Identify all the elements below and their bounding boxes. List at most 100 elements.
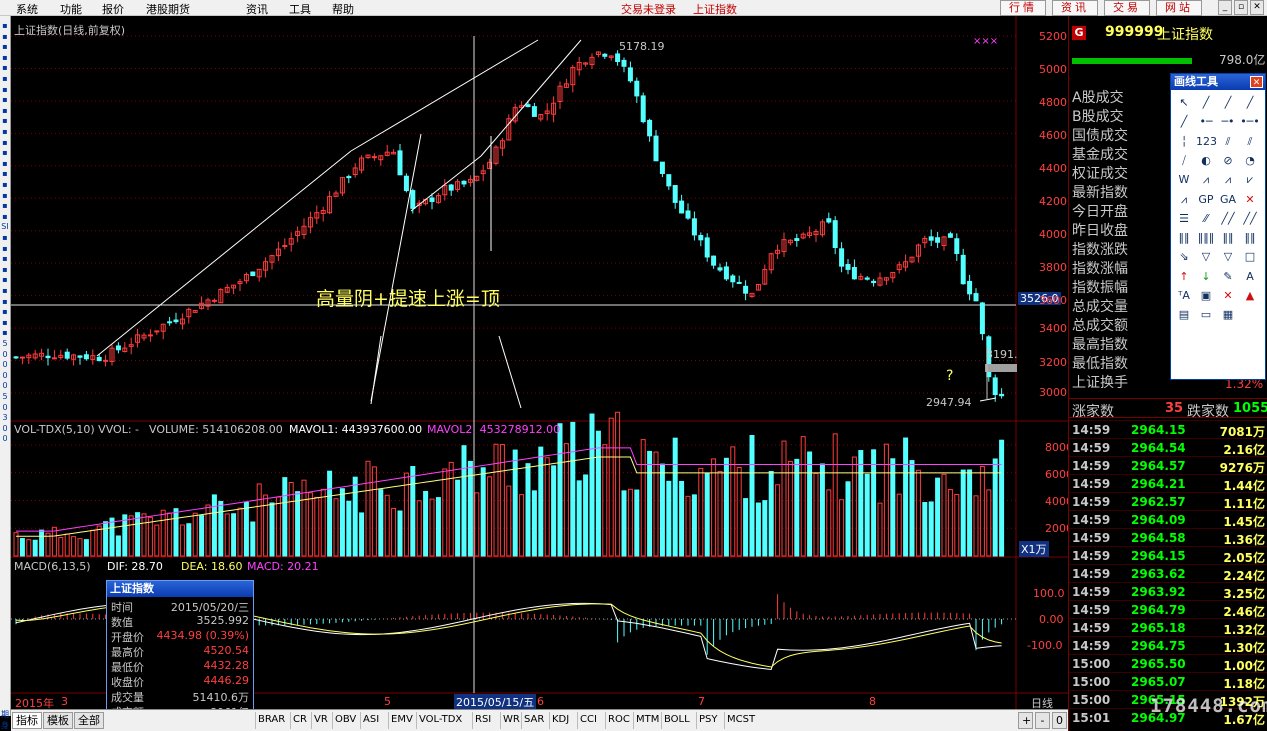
indicator-tab[interactable]: SAR [521, 712, 546, 729]
indicator-tab[interactable]: WR [500, 712, 522, 729]
drawing-tool-button[interactable]: ▽ [1196, 248, 1216, 265]
zoom-in-button[interactable]: + [1018, 712, 1033, 729]
drawing-tool-button[interactable]: □ [1240, 248, 1260, 265]
drawing-tool-button[interactable]: ⩘ [1174, 191, 1194, 208]
close-icon[interactable]: ✕ [1250, 76, 1263, 88]
drawing-tool-button[interactable]: W [1174, 171, 1194, 188]
left-tool-icon[interactable]: ▪ [0, 126, 10, 137]
indicator-tab[interactable]: KDJ [549, 712, 571, 729]
left-tool-icon[interactable]: ▪ [0, 62, 10, 73]
reset-button[interactable]: 0 [1052, 712, 1067, 729]
drawing-tool-button[interactable]: ⇘ [1174, 248, 1194, 265]
drawing-tool-button[interactable]: ╱ [1218, 94, 1238, 111]
drawing-tool-button[interactable]: GP [1196, 191, 1216, 208]
indicator-tab[interactable]: VR [311, 712, 330, 729]
website-button[interactable]: 网站 [1156, 0, 1202, 16]
drawing-tool-button[interactable]: ◔ [1240, 152, 1260, 169]
left-tool-icon[interactable]: ▪ [0, 20, 10, 31]
drawing-tool-button[interactable]: ╎ [1174, 133, 1194, 150]
drawing-tool-button[interactable]: ‖‖ [1240, 229, 1260, 246]
drawing-tool-button[interactable]: ✕ [1218, 287, 1238, 304]
menu-tools[interactable]: 工具 [289, 1, 311, 17]
left-tool-icon[interactable]: ▪ [0, 31, 10, 42]
restore-icon[interactable]: ▫ [1234, 0, 1248, 15]
drawing-tool-button[interactable]: 123 [1196, 133, 1217, 150]
drawing-tool-button[interactable]: ◐ [1196, 152, 1216, 169]
left-tool-icon[interactable]: 0 [0, 433, 10, 444]
left-tool-icon[interactable]: ▪ [0, 296, 10, 307]
indicator-tab[interactable]: EMV [388, 712, 415, 729]
drawing-tool-button[interactable]: ▭ [1196, 306, 1216, 323]
quote-button[interactable]: 行情 [1000, 0, 1046, 16]
left-tool-icon[interactable]: ▪ [0, 211, 10, 222]
left-tool-icon[interactable]: 5 [0, 338, 10, 349]
left-tool-icon[interactable]: ▪ [0, 158, 10, 169]
drawing-tool-button[interactable]: ‖‖‖ [1196, 229, 1216, 246]
left-tool-icon[interactable]: ▪ [0, 306, 10, 317]
left-tool-icon[interactable]: ▪ [0, 285, 10, 296]
drawing-tool-button[interactable]: A [1240, 268, 1260, 285]
indicator-tab[interactable]: ASI [360, 712, 381, 729]
indicator-tab[interactable]: RSI [472, 712, 493, 729]
indicator-tab[interactable]: BOLL [661, 712, 692, 729]
left-tool-icon[interactable]: 0 [0, 380, 10, 391]
menu-news[interactable]: 资讯 [246, 1, 268, 17]
left-tool-icon[interactable]: 身 [0, 720, 10, 731]
left-tool-icon[interactable]: ▪ [0, 179, 10, 190]
trade-button[interactable]: 交易 [1104, 0, 1150, 16]
left-tool-icon[interactable]: ▪ [0, 94, 10, 105]
drawing-tool-button[interactable]: ✕ [1240, 191, 1260, 208]
drawing-tool-button[interactable]: ╱ [1174, 113, 1194, 130]
drawing-tool-button[interactable]: ▲ [1240, 287, 1260, 304]
drawing-tool-button[interactable]: ↓ [1196, 268, 1216, 285]
news-button[interactable]: 资讯 [1052, 0, 1098, 16]
left-tool-icon[interactable]: ▪ [0, 317, 10, 328]
drawing-tool-button[interactable]: GA [1218, 191, 1238, 208]
drawing-tool-button[interactable]: ╱╱ [1240, 210, 1260, 227]
left-tool-icon[interactable]: ▪ [0, 168, 10, 179]
menu-hk-futures[interactable]: 港股期货 [146, 1, 190, 17]
drawing-tool-button[interactable]: ▦ [1218, 306, 1238, 323]
left-tool-icon[interactable]: ▪ [0, 327, 10, 338]
left-tool-icon[interactable]: ▪ [0, 41, 10, 52]
left-tool-icon[interactable]: 3 [0, 412, 10, 423]
indicator-tab[interactable]: CCI [577, 712, 599, 729]
drawing-tool-button[interactable]: ╱ [1240, 94, 1260, 111]
indicator-tab[interactable]: CR [290, 712, 309, 729]
tab-all[interactable]: 全部 [74, 712, 104, 729]
left-tool-icon[interactable]: ▪ [0, 253, 10, 264]
left-tool-icon[interactable]: ▪ [0, 264, 10, 275]
window-close-icon[interactable]: ✕ [1250, 0, 1264, 15]
drawing-tool-button[interactable]: ⧸ [1174, 152, 1194, 169]
left-tool-icon[interactable]: ▪ [0, 137, 10, 148]
tab-indicator[interactable]: 指标 [12, 712, 42, 729]
menu-function[interactable]: 功能 [60, 1, 82, 17]
drawing-tool-button[interactable]: ‖‖ [1174, 229, 1194, 246]
left-tool-icon[interactable]: 0 [0, 349, 10, 360]
menu-help[interactable]: 帮助 [332, 1, 354, 17]
menu-system[interactable]: 系统 [16, 1, 38, 17]
left-tool-icon[interactable]: ▪ [0, 84, 10, 95]
minimize-icon[interactable]: _ [1218, 0, 1232, 15]
menu-quote[interactable]: 报价 [102, 1, 124, 17]
left-tool-icon[interactable]: ▪ [0, 274, 10, 285]
left-tool-icon[interactable]: ▪ [0, 105, 10, 116]
drawing-tool-button[interactable]: ⫽ [1240, 133, 1260, 150]
left-tool-icon[interactable]: 0 [0, 359, 10, 370]
drawing-tool-button[interactable]: ╱╱ [1218, 210, 1238, 227]
zoom-out-button[interactable]: - [1035, 712, 1050, 729]
left-tool-icon[interactable]: 期 [0, 709, 10, 720]
drawing-tool-button[interactable]: ▤ [1174, 306, 1194, 323]
drawing-tool-button[interactable]: ─• [1218, 113, 1238, 130]
drawing-tool-button[interactable]: •─• [1240, 113, 1260, 130]
drawing-tool-button[interactable] [1240, 306, 1260, 323]
left-tool-icon[interactable]: 0 [0, 370, 10, 381]
left-tool-icon[interactable]: ▪ [0, 73, 10, 84]
left-tool-icon[interactable]: ▪ [0, 232, 10, 243]
left-tool-icon[interactable]: SI [0, 221, 10, 232]
drawing-tool-button[interactable]: ⩗ [1240, 171, 1260, 188]
left-tool-icon[interactable]: ▪ [0, 200, 10, 211]
indicator-tab[interactable]: MTM [633, 712, 661, 729]
left-tool-icon[interactable]: ▪ [0, 147, 10, 158]
drawing-tool-button[interactable]: ↖ [1174, 94, 1194, 111]
